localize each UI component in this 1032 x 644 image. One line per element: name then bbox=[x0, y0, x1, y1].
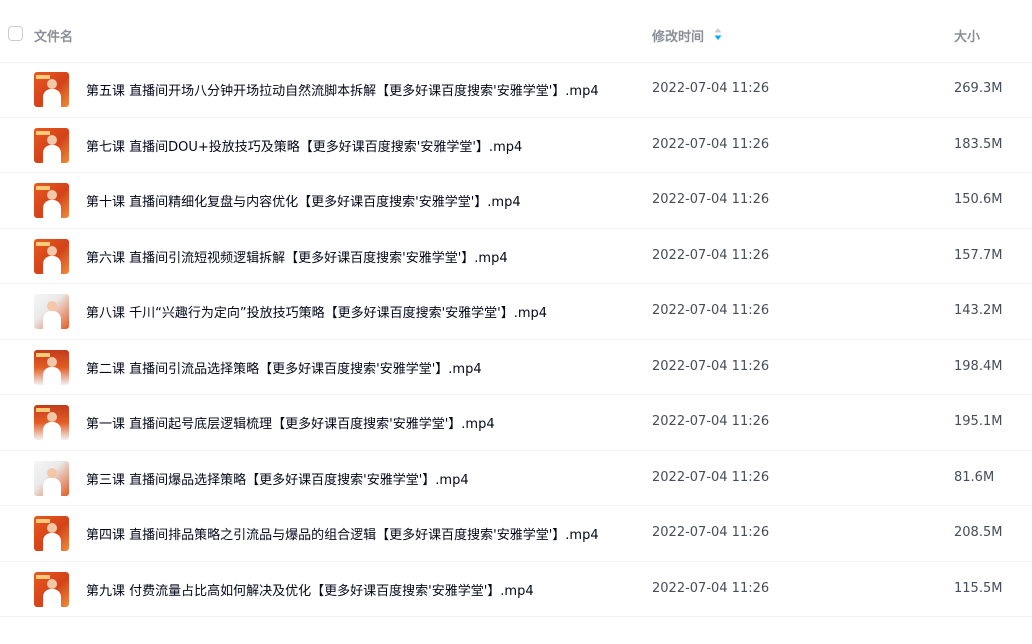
file-modified-time: 2022-07-04 11:26 bbox=[652, 192, 770, 207]
file-modified-time: 2022-07-04 11:26 bbox=[652, 358, 770, 374]
file-name[interactable]: 第二课 直播间引流品选择策略【更多好课百度搜索'安雅学堂'】.mp4 bbox=[86, 358, 482, 377]
file-modified-time: 2022-07-04 11:26 bbox=[652, 414, 770, 429]
file-list-header: 文件名 修改时间 大小 bbox=[0, 0, 1032, 63]
file-modified-time: 2022-07-04 11:26 bbox=[652, 247, 770, 263]
thumbnail-body bbox=[43, 89, 61, 107]
video-thumbnail[interactable] bbox=[34, 238, 69, 274]
file-row[interactable]: 第十课 直播间精细化复盘与内容优化【更多好课百度搜索'安雅学堂'】.mp4 20… bbox=[0, 173, 1032, 229]
column-header-modified-time[interactable]: 修改时间 bbox=[652, 26, 704, 45]
video-thumbnail[interactable] bbox=[34, 349, 69, 385]
file-size: 198.4M bbox=[954, 358, 1003, 374]
thumbnail-person-icon bbox=[47, 356, 57, 367]
file-modified-time: 2022-07-04 11:26 bbox=[652, 580, 770, 596]
thumbnail-body bbox=[43, 422, 61, 440]
thumbnail-body bbox=[43, 200, 61, 218]
file-rows: 第五课 直播间开场八分钟开场拉动自然流脚本拆解【更多好课百度搜索'安雅学堂'】.… bbox=[0, 62, 1032, 617]
file-modified-time: 2022-07-04 11:26 bbox=[652, 525, 770, 540]
thumbnail-person-icon bbox=[47, 190, 57, 200]
file-size: 183.5M bbox=[954, 136, 1003, 152]
file-name[interactable]: 第七课 直播间DOU+投放技巧及策略【更多好课百度搜索'安雅学堂'】.mp4 bbox=[86, 136, 522, 155]
thumbnail-person-icon bbox=[47, 412, 57, 422]
thumbnail-banner bbox=[36, 574, 50, 579]
file-row[interactable]: 第一课 直播间起号底层逻辑梳理【更多好课百度搜索'安雅学堂'】.mp4 2022… bbox=[0, 395, 1032, 451]
thumbnail-body bbox=[43, 588, 61, 607]
file-list-view: 文件名 修改时间 大小 第五课 直播间开场八分钟开场拉动自然流脚本拆解【更多好课… bbox=[0, 0, 1032, 644]
thumbnail-person-icon bbox=[47, 467, 57, 478]
file-row[interactable]: 第七课 直播间DOU+投放技巧及策略【更多好课百度搜索'安雅学堂'】.mp4 2… bbox=[0, 118, 1032, 173]
thumbnail-person-icon bbox=[47, 523, 57, 533]
thumbnail-banner bbox=[36, 241, 50, 246]
file-name[interactable]: 第十课 直播间精细化复盘与内容优化【更多好课百度搜索'安雅学堂'】.mp4 bbox=[86, 191, 521, 210]
thumbnail-person-icon bbox=[47, 578, 57, 589]
file-size: 195.1M bbox=[954, 414, 1003, 429]
thumbnail-banner bbox=[36, 130, 50, 135]
file-size: 269.3M bbox=[954, 81, 1003, 96]
thumbnail-person-icon bbox=[47, 134, 57, 145]
video-thumbnail[interactable] bbox=[34, 405, 69, 440]
file-name[interactable]: 第六课 直播间引流短视频逻辑拆解【更多好课百度搜索'安雅学堂'】.mp4 bbox=[86, 247, 508, 266]
file-row[interactable]: 第三课 直播间爆品选择策略【更多好课百度搜索'安雅学堂'】.mp4 2022-0… bbox=[0, 451, 1032, 506]
file-row[interactable]: 第五课 直播间开场八分钟开场拉动自然流脚本拆解【更多好课百度搜索'安雅学堂'】.… bbox=[0, 62, 1032, 118]
video-thumbnail[interactable] bbox=[34, 294, 69, 329]
file-row[interactable]: 第六课 直播间引流短视频逻辑拆解【更多好课百度搜索'安雅学堂'】.mp4 202… bbox=[0, 229, 1032, 284]
thumbnail-banner bbox=[36, 408, 50, 412]
video-thumbnail[interactable] bbox=[34, 571, 69, 607]
file-size: 81.6M bbox=[954, 469, 995, 485]
file-name[interactable]: 第五课 直播间开场八分钟开场拉动自然流脚本拆解【更多好课百度搜索'安雅学堂'】.… bbox=[86, 80, 599, 99]
file-row[interactable]: 第四课 直播间排品策略之引流品与爆品的组合逻辑【更多好课百度搜索'安雅学堂'】.… bbox=[0, 506, 1032, 562]
thumbnail-body bbox=[43, 366, 61, 385]
file-modified-time: 2022-07-04 11:26 bbox=[652, 136, 770, 152]
video-thumbnail[interactable] bbox=[34, 127, 69, 163]
file-row[interactable]: 第八课 千川“兴趣行为定向”投放技巧策略【更多好课百度搜索'安雅学堂'】.mp4… bbox=[0, 284, 1032, 340]
file-name[interactable]: 第一课 直播间起号底层逻辑梳理【更多好课百度搜索'安雅学堂'】.mp4 bbox=[86, 413, 495, 432]
file-size: 115.5M bbox=[954, 580, 1003, 596]
file-size: 208.5M bbox=[954, 525, 1003, 540]
thumbnail-banner bbox=[36, 352, 50, 357]
file-modified-time: 2022-07-04 11:26 bbox=[652, 303, 770, 318]
file-row[interactable]: 第二课 直播间引流品选择策略【更多好课百度搜索'安雅学堂'】.mp4 2022-… bbox=[0, 340, 1032, 395]
video-thumbnail[interactable] bbox=[34, 460, 69, 496]
thumbnail-body bbox=[43, 533, 61, 551]
thumbnail-banner bbox=[36, 75, 50, 79]
file-modified-time: 2022-07-04 11:26 bbox=[652, 81, 770, 96]
file-name[interactable]: 第八课 千川“兴趣行为定向”投放技巧策略【更多好课百度搜索'安雅学堂'】.mp4 bbox=[86, 302, 547, 321]
thumbnail-person-icon bbox=[47, 301, 57, 311]
video-thumbnail[interactable] bbox=[34, 183, 69, 218]
column-header-name[interactable]: 文件名 bbox=[34, 26, 73, 45]
thumbnail-person-icon bbox=[47, 245, 57, 256]
file-size: 143.2M bbox=[954, 303, 1003, 318]
file-name[interactable]: 第四课 直播间排品策略之引流品与爆品的组合逻辑【更多好课百度搜索'安雅学堂'】.… bbox=[86, 524, 599, 543]
thumbnail-body bbox=[43, 311, 61, 329]
file-size: 150.6M bbox=[954, 192, 1003, 207]
column-header-size[interactable]: 大小 bbox=[954, 26, 980, 45]
file-name[interactable]: 第三课 直播间爆品选择策略【更多好课百度搜索'安雅学堂'】.mp4 bbox=[86, 469, 469, 488]
thumbnail-banner bbox=[36, 186, 50, 190]
video-thumbnail[interactable] bbox=[34, 72, 69, 107]
file-modified-time: 2022-07-04 11:26 bbox=[652, 469, 770, 485]
select-all-checkbox[interactable] bbox=[8, 26, 23, 41]
file-row[interactable]: 第九课 付费流量占比高如何解决及优化【更多好课百度搜索'安雅学堂'】.mp4 2… bbox=[0, 562, 1032, 617]
file-name[interactable]: 第九课 付费流量占比高如何解决及优化【更多好课百度搜索'安雅学堂'】.mp4 bbox=[86, 580, 534, 599]
thumbnail-banner bbox=[36, 519, 50, 523]
video-thumbnail[interactable] bbox=[34, 516, 69, 551]
thumbnail-body bbox=[43, 255, 61, 274]
thumbnail-person-icon bbox=[47, 79, 57, 89]
thumbnail-body bbox=[43, 477, 61, 496]
thumbnail-body bbox=[43, 144, 61, 163]
file-size: 157.7M bbox=[954, 247, 1003, 263]
sort-icon[interactable] bbox=[714, 27, 722, 41]
